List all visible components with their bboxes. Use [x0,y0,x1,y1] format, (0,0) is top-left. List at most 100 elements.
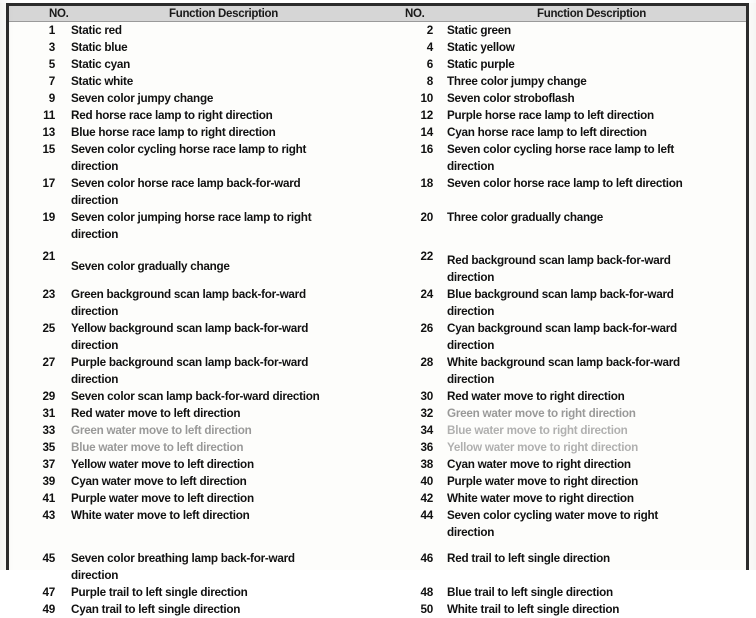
row-description-left: Yellow water move to left direction [71,458,254,471]
row-description-left: Seven color jumpy change [71,92,214,105]
row-description-left-continuation: direction [71,160,119,173]
row-description-left: Red water move to left direction [71,407,241,420]
row-description-right: Static yellow [447,41,515,54]
row-number-right: 24 [420,288,433,301]
table-body: 1 Static red 2 Static green 3 Static blue 4 Sta… [9,22,746,616]
table-row: 13 Blue horse race lamp to right directio… [9,124,746,141]
table-row: 27 Purple background scan lamp back-for-w… [9,354,746,388]
row-description-right: Blue background scan lamp back-for-ward [447,288,674,301]
row-number-left: 13 [42,126,55,139]
row-number-left: 37 [42,458,55,471]
column-header-no-left: NO. [49,8,69,20]
row-number-right: 34 [420,424,433,437]
row-description-left: Green water move to left direction [71,424,252,437]
row-description-right: Red water move to right direction [447,390,625,403]
row-description-left: Seven color scan lamp back-for-ward dire… [71,390,320,403]
row-number-left: 19 [42,211,55,224]
row-number-left: 7 [48,75,56,88]
row-number-right: 14 [420,126,433,139]
column-header-description-left: Function Description [169,8,279,20]
table-row: 33 Green water move to left direction 34 Bl… [9,422,746,439]
table-row: 21 Seven color gradually change 22 Red back… [9,250,746,286]
row-description-left: Cyan water move to left direction [71,475,247,488]
row-number-right: 46 [420,552,433,565]
row-number-right: 48 [420,586,433,599]
table-row: 9 Seven color jumpy change 10 Seven color s… [9,90,746,107]
row-number-left: 5 [48,58,56,71]
row-number-left: 11 [43,109,55,122]
row-number-left: 3 [48,41,56,54]
row-number-right: 10 [420,92,433,105]
row-number-left: 43 [42,509,55,522]
row-description-right-continuation: direction [447,339,495,352]
row-number-left: 47 [42,586,55,599]
table-row: 15 Seven color cycling horse race lamp to… [9,141,746,175]
row-description-right-continuation: direction [447,305,495,318]
row-description-left: Purple background scan lamp back-for-war… [71,356,309,369]
row-description-right: Seven color cycling horse race lamp to l… [447,143,674,156]
row-number-left: 17 [42,177,55,190]
table-row: 41 Purple water move to left direction 42 W… [9,490,746,507]
row-number-left: 31 [42,407,55,420]
row-description-right: Cyan water move to right direction [447,458,631,471]
table-row: 37 Yellow water move to left direction 38 C… [9,456,746,473]
row-description-left: Seven color gradually change [71,260,230,273]
row-number-right: 2 [426,24,434,37]
table-row: 1 Static red 2 Static green [9,22,746,39]
row-number-right: 6 [426,58,434,71]
row-description-right: Static green [447,24,511,37]
row-number-right: 28 [420,356,433,369]
row-number-left: 45 [42,552,55,565]
row-description-right-continuation: direction [447,526,495,539]
row-description-left-continuation: direction [71,339,119,352]
row-description-left: Seven color jumping horse race lamp to r… [71,211,312,224]
row-number-right: 32 [420,407,433,420]
column-header-description-right: Function Description [537,8,647,20]
row-number-right: 26 [420,322,433,335]
table-row: 11 Red horse race lamp to right direction… [9,107,746,124]
row-number-left: 33 [42,424,55,437]
row-description-right-continuation: direction [447,271,495,284]
row-number-left: 25 [42,322,55,335]
row-description-left: Blue water move to left direction [71,441,244,454]
row-description-left: Static blue [71,41,128,54]
table-row: 31 Red water move to left direction 32 Gree… [9,405,746,422]
row-description-right: White water move to right direction [447,492,634,505]
row-number-right: 22 [420,250,433,263]
row-number-left: 29 [42,390,55,403]
row-description-right: Purple horse race lamp to left direction [447,109,654,122]
row-number-right: 50 [420,603,433,616]
row-description-right: Red background scan lamp back-for-ward [447,254,671,267]
table-row: 25 Yellow background scan lamp back-for-w… [9,320,746,354]
row-description-right: Blue water move to right direction [447,424,628,437]
row-description-left: Seven color cycling horse race lamp to r… [71,143,307,156]
row-number-right: 44 [420,509,433,522]
table-row: 43 White water move to left direction 44 Se… [9,507,746,541]
row-number-right: 30 [420,390,433,403]
table-row: 49 Cyan trail to left single direction 50 W… [9,601,746,618]
row-description-left: Red horse race lamp to right direction [71,109,273,122]
row-description-left-continuation: direction [71,305,119,318]
table-row: 35 Blue water move to left direction 36 Yel… [9,439,746,456]
row-number-left: 9 [48,92,56,105]
row-number-left: 21 [42,250,55,263]
row-description-left: Yellow background scan lamp back-for-war… [71,322,309,335]
row-number-right: 42 [420,492,433,505]
row-description-right: Cyan background scan lamp back-for-ward [447,322,677,335]
row-description-right: Static purple [447,58,515,71]
row-description-left: Cyan trail to left single direction [71,603,241,616]
table-row: 29 Seven color scan lamp back-for-ward di… [9,388,746,405]
function-description-table: NO. Function Description NO. Function De… [6,3,749,616]
table-row: 5 Static cyan 6 Static purple [9,56,746,73]
table-row: 47 Purple trail to left single direction 4… [9,584,746,601]
row-number-right: 12 [420,109,433,122]
table-row: 17 Seven color horse race lamp back-for-w… [9,175,746,209]
row-number-right: 8 [426,75,434,88]
row-number-right: 40 [420,475,433,488]
table-row: 3 Static blue 4 Static yellow [9,39,746,56]
row-number-left: 41 [42,492,55,505]
row-number-left: 39 [42,475,55,488]
row-description-left: White water move to left direction [71,509,250,522]
row-description-left-continuation: direction [71,373,119,386]
scanned-page: NO. Function Description NO. Function De… [0,0,756,616]
